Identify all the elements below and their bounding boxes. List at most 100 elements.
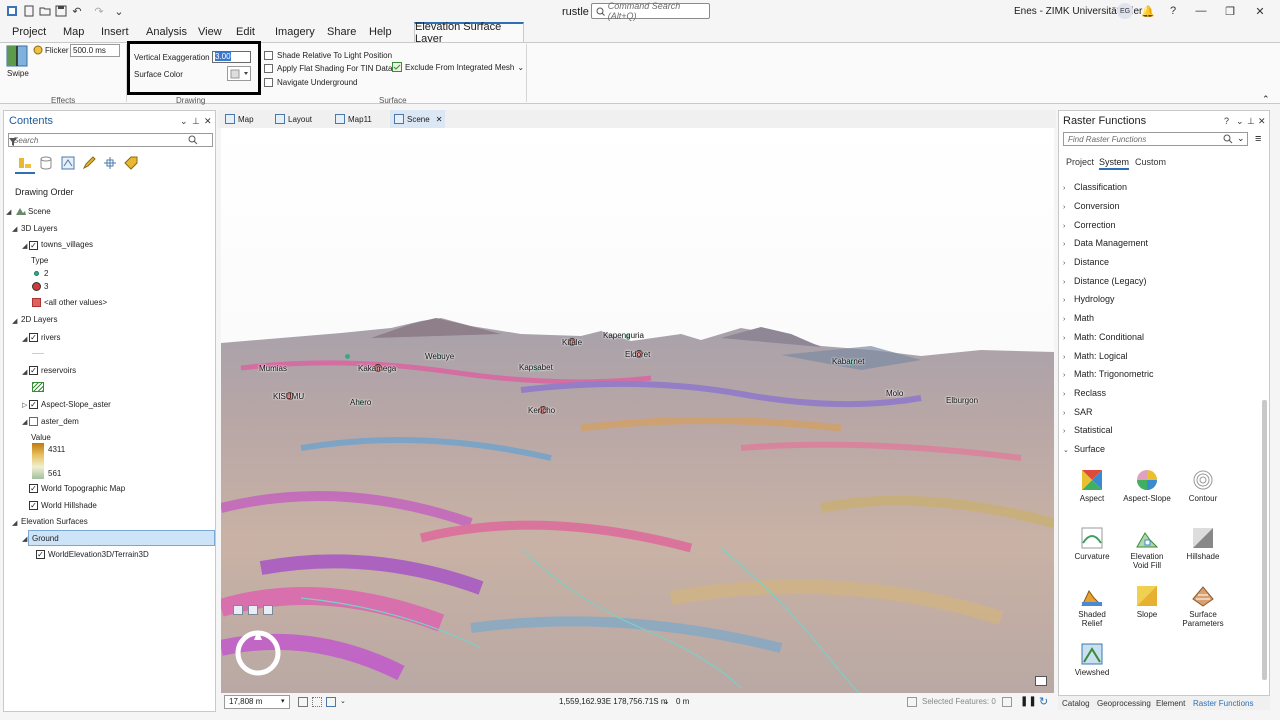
new-project-icon[interactable] bbox=[22, 4, 36, 18]
category-classification[interactable]: › Classification bbox=[1063, 182, 1127, 192]
tab-map[interactable]: Map bbox=[63, 26, 84, 38]
expand-triangle-icon[interactable]: ◢ bbox=[22, 368, 27, 376]
grid-icon[interactable] bbox=[312, 697, 322, 707]
undo-icon[interactable]: ↶ bbox=[70, 4, 84, 18]
tree-aster-dem[interactable]: aster_dem bbox=[41, 417, 79, 426]
chevron-down-icon[interactable]: ⌄ bbox=[663, 697, 670, 706]
expand-triangle-icon[interactable]: ◢ bbox=[12, 519, 17, 527]
open-project-icon[interactable] bbox=[38, 4, 52, 18]
close-pane-icon[interactable]: ✕ bbox=[1258, 116, 1266, 127]
avatar[interactable]: EG bbox=[1117, 3, 1133, 19]
list-by-source-icon[interactable] bbox=[39, 156, 53, 170]
tab-share[interactable]: Share bbox=[327, 26, 356, 38]
world-topo-checkbox[interactable]: ✓ bbox=[29, 484, 38, 493]
raster-tab-custom[interactable]: Custom bbox=[1135, 157, 1166, 167]
tree-2d-layers[interactable]: 2D Layers bbox=[21, 315, 57, 324]
refresh-icon[interactable]: ↻ bbox=[1039, 695, 1048, 708]
function-surface-parameters[interactable]: Surface Parameters bbox=[1173, 585, 1233, 628]
category-distance-legacy[interactable]: › Distance (Legacy) bbox=[1063, 276, 1147, 286]
collapse-triangle-icon[interactable]: ▷ bbox=[22, 401, 27, 409]
tab-imagery[interactable]: Imagery bbox=[275, 26, 315, 38]
collapse-ribbon-icon[interactable]: ⌃ bbox=[1262, 94, 1270, 105]
tab-edit[interactable]: Edit bbox=[236, 26, 255, 38]
category-math-conditional[interactable]: › Math: Conditional bbox=[1063, 332, 1144, 342]
scale-dropdown-icon[interactable]: ▾ bbox=[281, 697, 285, 705]
category-math[interactable]: › Math bbox=[1063, 313, 1094, 323]
pane-options-icon[interactable]: ⌄ bbox=[180, 116, 188, 127]
search-icon[interactable] bbox=[1223, 134, 1233, 144]
scene-view[interactable]: Kapenguria Kitale Eldoret Webuye Mumias … bbox=[221, 128, 1054, 693]
list-by-snapping-icon[interactable] bbox=[103, 156, 117, 170]
pane-options-icon[interactable]: ⌄ bbox=[1236, 116, 1244, 127]
tree-ground[interactable]: Ground bbox=[32, 534, 59, 543]
tree-towns-villages[interactable]: towns_villages bbox=[41, 240, 93, 249]
tree-scene[interactable]: Scene bbox=[28, 207, 51, 216]
view-tab-map11[interactable]: Map11 bbox=[335, 113, 372, 125]
aspect-slope-checkbox[interactable]: ✓ bbox=[29, 400, 38, 409]
list-by-selection-icon[interactable] bbox=[61, 156, 75, 170]
fixed-scale-icon[interactable] bbox=[298, 697, 308, 707]
category-correction[interactable]: › Correction bbox=[1063, 220, 1116, 230]
expand-triangle-icon[interactable]: ◢ bbox=[12, 317, 17, 325]
category-math-trigonometric[interactable]: › Math: Trigonometric bbox=[1063, 369, 1154, 379]
swipe-label[interactable]: Swipe bbox=[7, 69, 29, 78]
notifications-icon[interactable]: 🔔 bbox=[1140, 4, 1156, 18]
help-icon[interactable]: ? bbox=[1165, 4, 1181, 18]
shade-relative-checkbox[interactable]: Shade Relative To Light Position bbox=[264, 51, 392, 60]
aster-dem-checkbox[interactable] bbox=[29, 417, 38, 426]
flat-shading-checkbox[interactable]: Apply Flat Shading For TIN Data bbox=[264, 64, 392, 73]
category-math-logical[interactable]: › Math: Logical bbox=[1063, 351, 1128, 361]
list-by-drawing-order-icon[interactable] bbox=[18, 156, 32, 170]
close-pane-icon[interactable]: ✕ bbox=[204, 116, 212, 127]
raster-search-input[interactable]: Find Raster Functions bbox=[1063, 132, 1248, 146]
swipe-icon[interactable] bbox=[6, 45, 28, 67]
view-tab-map[interactable]: Map bbox=[225, 113, 254, 125]
minimize-icon[interactable]: — bbox=[1193, 4, 1209, 18]
raster-tab-system[interactable]: System bbox=[1099, 157, 1130, 170]
select-icon[interactable] bbox=[907, 697, 917, 707]
tree-aspect-slope[interactable]: Aspect-Slope_aster bbox=[41, 400, 111, 409]
world-hillshade-checkbox[interactable]: ✓ bbox=[29, 501, 38, 510]
towns-villages-checkbox[interactable]: ✓ bbox=[29, 241, 38, 250]
pin-icon[interactable]: ⊥ bbox=[192, 116, 200, 127]
contents-search-input[interactable]: Search bbox=[8, 133, 213, 147]
display-units-icon[interactable] bbox=[326, 697, 336, 707]
bottom-tab-catalog[interactable]: Catalog bbox=[1062, 699, 1090, 708]
tree-terrain[interactable]: WorldElevation3D/Terrain3D bbox=[48, 550, 149, 559]
function-elevation-void-fill[interactable]: Elevation Void Fill bbox=[1117, 527, 1177, 570]
raster-scrollbar[interactable] bbox=[1262, 400, 1267, 680]
bottom-tab-raster-functions[interactable]: Raster Functions bbox=[1193, 699, 1253, 708]
function-viewshed[interactable]: Viewshed bbox=[1062, 643, 1122, 677]
expand-triangle-icon[interactable]: ◢ bbox=[12, 225, 17, 233]
tree-elevation-surfaces[interactable]: Elevation Surfaces bbox=[21, 517, 88, 526]
expand-triangle-icon[interactable]: ◢ bbox=[22, 535, 27, 543]
pause-drawing-icon[interactable]: ❚❚ bbox=[1020, 696, 1037, 707]
tree-3d-layers[interactable]: 3D Layers bbox=[21, 224, 57, 233]
tab-analysis[interactable]: Analysis bbox=[146, 26, 187, 38]
close-tab-icon[interactable]: ✕ bbox=[436, 115, 443, 124]
navigator-pan-icon[interactable] bbox=[233, 605, 243, 615]
tree-world-topo[interactable]: World Topographic Map bbox=[41, 484, 125, 493]
bottom-tab-element[interactable]: Element bbox=[1156, 699, 1185, 708]
tree-reservoirs[interactable]: reservoirs bbox=[41, 366, 76, 375]
view-tab-layout[interactable]: Layout bbox=[275, 113, 312, 125]
customize-quick-access-icon[interactable]: ⌄ bbox=[112, 4, 126, 18]
navigate-underground-checkbox[interactable]: Navigate Underground bbox=[264, 78, 358, 87]
function-hillshade[interactable]: Hillshade bbox=[1173, 527, 1233, 561]
list-by-labeling-icon[interactable] bbox=[124, 156, 138, 170]
category-reclass[interactable]: › Reclass bbox=[1063, 388, 1106, 398]
tab-insert[interactable]: Insert bbox=[101, 26, 129, 38]
list-by-editing-icon[interactable] bbox=[82, 156, 96, 170]
exclude-mesh-button[interactable]: Exclude From Integrated Mesh ⌄ bbox=[392, 62, 524, 72]
tree-world-hillshade[interactable]: World Hillshade bbox=[41, 501, 97, 510]
expand-triangle-icon[interactable]: ◢ bbox=[6, 208, 11, 216]
redo-icon[interactable]: ↷ bbox=[92, 4, 106, 18]
rivers-checkbox[interactable]: ✓ bbox=[29, 333, 38, 342]
bottom-tab-geoprocessing[interactable]: Geoprocessing bbox=[1097, 699, 1151, 708]
north-up-icon[interactable] bbox=[263, 605, 273, 615]
raster-tab-project[interactable]: Project bbox=[1066, 157, 1094, 167]
function-aspect-slope[interactable]: Aspect-Slope bbox=[1117, 469, 1177, 503]
reservoirs-checkbox[interactable]: ✓ bbox=[29, 366, 38, 375]
function-slope[interactable]: Slope bbox=[1117, 585, 1177, 619]
save-icon[interactable] bbox=[54, 4, 68, 18]
